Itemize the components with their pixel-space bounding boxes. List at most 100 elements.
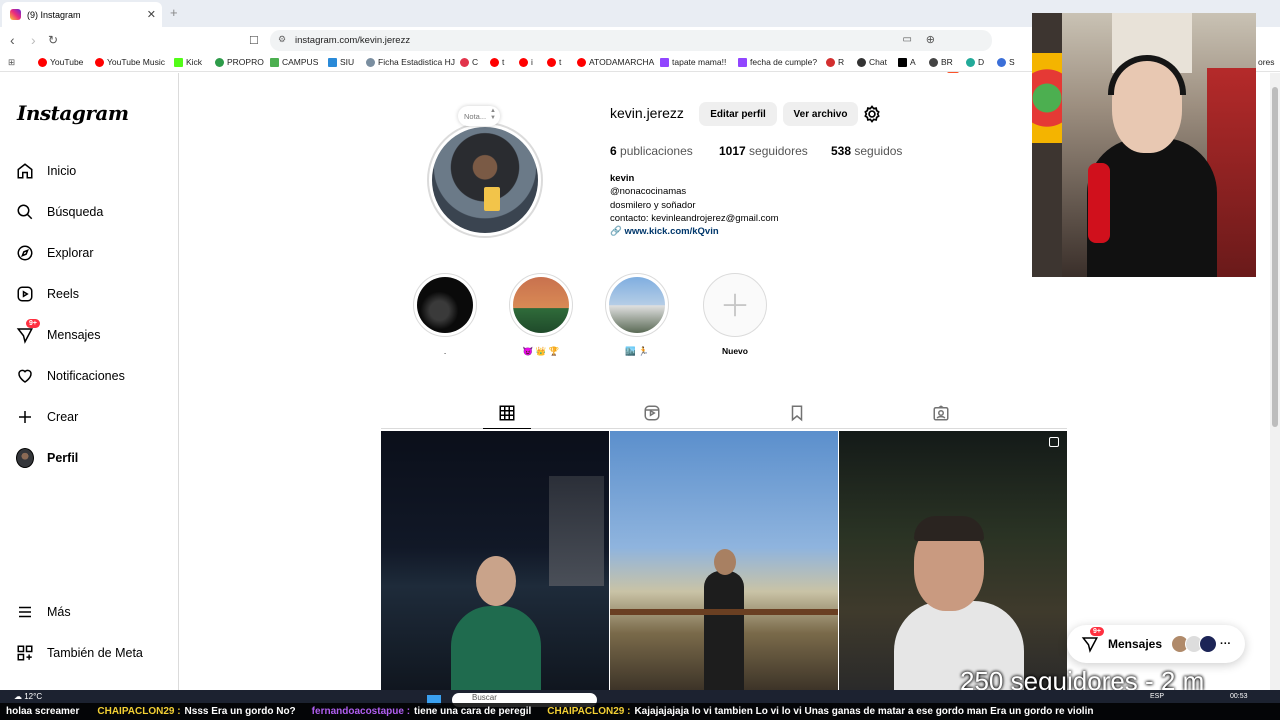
new-highlight-button[interactable] [703, 273, 767, 337]
sidebar-item-mensajes[interactable]: 9+ Mensajes [16, 319, 101, 344]
sidebar-item-meta[interactable]: También de Meta [16, 644, 143, 662]
bookmark-cumple[interactable]: fecha de cumple? [738, 57, 817, 67]
note-bubble[interactable]: Nota... ▲ ▼ [458, 106, 500, 126]
profile-avatar[interactable] [427, 122, 543, 238]
profile-link[interactable]: 🔗 www.kick.com/kQvin [610, 226, 719, 237]
bookmark-r[interactable]: R [826, 57, 844, 67]
stream-chat-ticker: holaa screamer CHAIPACLON29 : Nsss Era u… [0, 703, 1280, 720]
sidebar-item-label: También de Meta [47, 646, 143, 660]
messenger-icon: 9+ [16, 319, 40, 344]
bookmark-c[interactable]: C [460, 57, 478, 67]
bookmark-chat[interactable]: Chat [857, 57, 887, 67]
sidebar-item-label: Mensajes [47, 328, 101, 342]
sidebar-item-mas[interactable]: Más [16, 603, 71, 621]
bookmark-d[interactable]: D [966, 57, 984, 67]
profile-bio-line: dosmilero y soñador [610, 200, 696, 211]
browser-tab[interactable]: (9) Instagram ✕ [2, 2, 162, 27]
saved-tab-icon[interactable] [788, 404, 806, 422]
highlight-label: . [443, 346, 447, 356]
url-text: instagram.com/kevin.jerezz [295, 35, 411, 46]
close-tab-icon[interactable]: ✕ [147, 8, 156, 21]
bookmark-youtube-music[interactable]: YouTube Music [95, 57, 165, 67]
plus-icon [723, 293, 747, 317]
forward-icon[interactable]: › [31, 32, 36, 48]
zoom-icon[interactable]: ⊕ [926, 33, 935, 46]
page-scrollbar[interactable] [1270, 73, 1280, 690]
bookmark-kick[interactable]: Kick [174, 57, 202, 67]
profile-photo [432, 127, 538, 233]
sidebar-item-label: Crear [47, 410, 79, 424]
bookmark-s[interactable]: S [997, 57, 1015, 67]
highlight-1[interactable] [413, 273, 477, 337]
chat-message: Nsss Era un gordo No? [184, 706, 296, 717]
bookmark-propro[interactable]: PROPRO [215, 57, 264, 67]
meta-grid-icon [16, 644, 34, 662]
chat-message: Kajajajajaja lo vi tambien Lo vi lo vi U… [634, 706, 1094, 717]
profile-username: kevin.jerezz [610, 105, 684, 121]
address-bar[interactable]: ⚙ instagram.com/kevin.jerezz ▭ ⊕ [270, 30, 992, 51]
reels-tab-icon[interactable] [643, 404, 661, 422]
profile-handle[interactable]: @nonacocinamas [610, 186, 686, 197]
new-tab-icon[interactable]: + [170, 5, 178, 20]
language-indicator[interactable]: ESP [1150, 693, 1164, 700]
bookmark-ficha[interactable]: Ficha Estadistica HJ [366, 57, 455, 67]
edit-profile-button[interactable]: Editar perfil [699, 102, 777, 126]
bookmark-a[interactable]: A [898, 57, 916, 67]
messages-label: Mensajes [1108, 637, 1163, 651]
home-icon [16, 162, 34, 180]
note-arrows-icon: ▲ ▼ [490, 108, 496, 121]
weather-widget[interactable]: ☁ 12°C [14, 692, 42, 701]
post-thumbnail[interactable] [839, 431, 1067, 690]
sidebar-item-notificaciones[interactable]: Notificaciones [16, 367, 125, 385]
bookmark-t2[interactable]: t [547, 57, 561, 67]
sidebar-item-busqueda[interactable]: Búsqueda [16, 203, 103, 221]
avatar-icon [16, 448, 34, 468]
compass-icon [16, 244, 34, 262]
bookmark-atodamarcha[interactable]: ATODAMARCHA [577, 57, 654, 67]
link-icon: 🔗 [610, 226, 622, 237]
reload-icon[interactable]: ↻ [48, 33, 58, 47]
chat-message: holaa screamer [6, 706, 80, 717]
sidebar-item-label: Más [47, 605, 71, 619]
back-icon[interactable]: ‹ [10, 32, 15, 48]
stat-following[interactable]: 538 seguidos [831, 144, 902, 158]
grid-tab-icon[interactable] [498, 404, 516, 422]
avatar [1199, 635, 1218, 653]
bookmark-campus[interactable]: CAMPUS [270, 57, 318, 67]
menu-icon [16, 603, 34, 621]
bookmark-others[interactable]: ores [1258, 57, 1275, 67]
post-thumbnail[interactable] [381, 431, 609, 690]
bookmark-i[interactable]: i [519, 57, 533, 67]
cast-icon[interactable]: ▭ [903, 34, 912, 45]
highlight-3[interactable] [605, 273, 669, 337]
bookmark-tapate[interactable]: tapate mama!! [660, 57, 726, 67]
sidebar-item-explorar[interactable]: Explorar [16, 244, 94, 262]
bookmark-page-icon[interactable]: ☐ [249, 34, 259, 47]
highlight-2[interactable] [509, 273, 573, 337]
tagged-tab-icon[interactable] [932, 404, 950, 422]
instagram-favicon-icon [10, 9, 21, 20]
stat-followers[interactable]: 1017 seguidores [719, 144, 808, 158]
unread-badge: 9+ [1090, 627, 1104, 636]
settings-gear-icon[interactable] [862, 104, 882, 124]
bookmark-t1[interactable]: t [490, 57, 504, 67]
view-archive-button[interactable]: Ver archivo [783, 102, 858, 126]
profile-name: kevin [610, 173, 635, 184]
post-thumbnail[interactable] [610, 431, 838, 690]
highlight-label: 🏙️ 🏃 [625, 346, 649, 356]
clock[interactable]: 00:53 [1230, 693, 1248, 700]
bookmark-youtube[interactable]: YouTube [38, 57, 83, 67]
sidebar-item-label: Reels [47, 287, 79, 301]
bookmark-br[interactable]: BR [929, 57, 953, 67]
bookmark-siu[interactable]: SIU [328, 57, 354, 67]
messages-floating-button[interactable]: 9+ Mensajes ··· [1067, 625, 1245, 663]
apps-grid-icon[interactable]: ⊞ [8, 57, 15, 68]
sidebar-item-inicio[interactable]: Inicio [16, 162, 76, 180]
sidebar-item-perfil[interactable]: Perfil [16, 448, 78, 468]
scrollbar-thumb[interactable] [1272, 87, 1278, 427]
sidebar-item-crear[interactable]: Crear [16, 408, 78, 426]
sidebar-item-reels[interactable]: Reels [16, 285, 79, 303]
instagram-logo[interactable]: Instagram [17, 101, 129, 125]
plus-icon [16, 408, 34, 426]
site-info-icon[interactable]: ⚙ [278, 34, 286, 45]
